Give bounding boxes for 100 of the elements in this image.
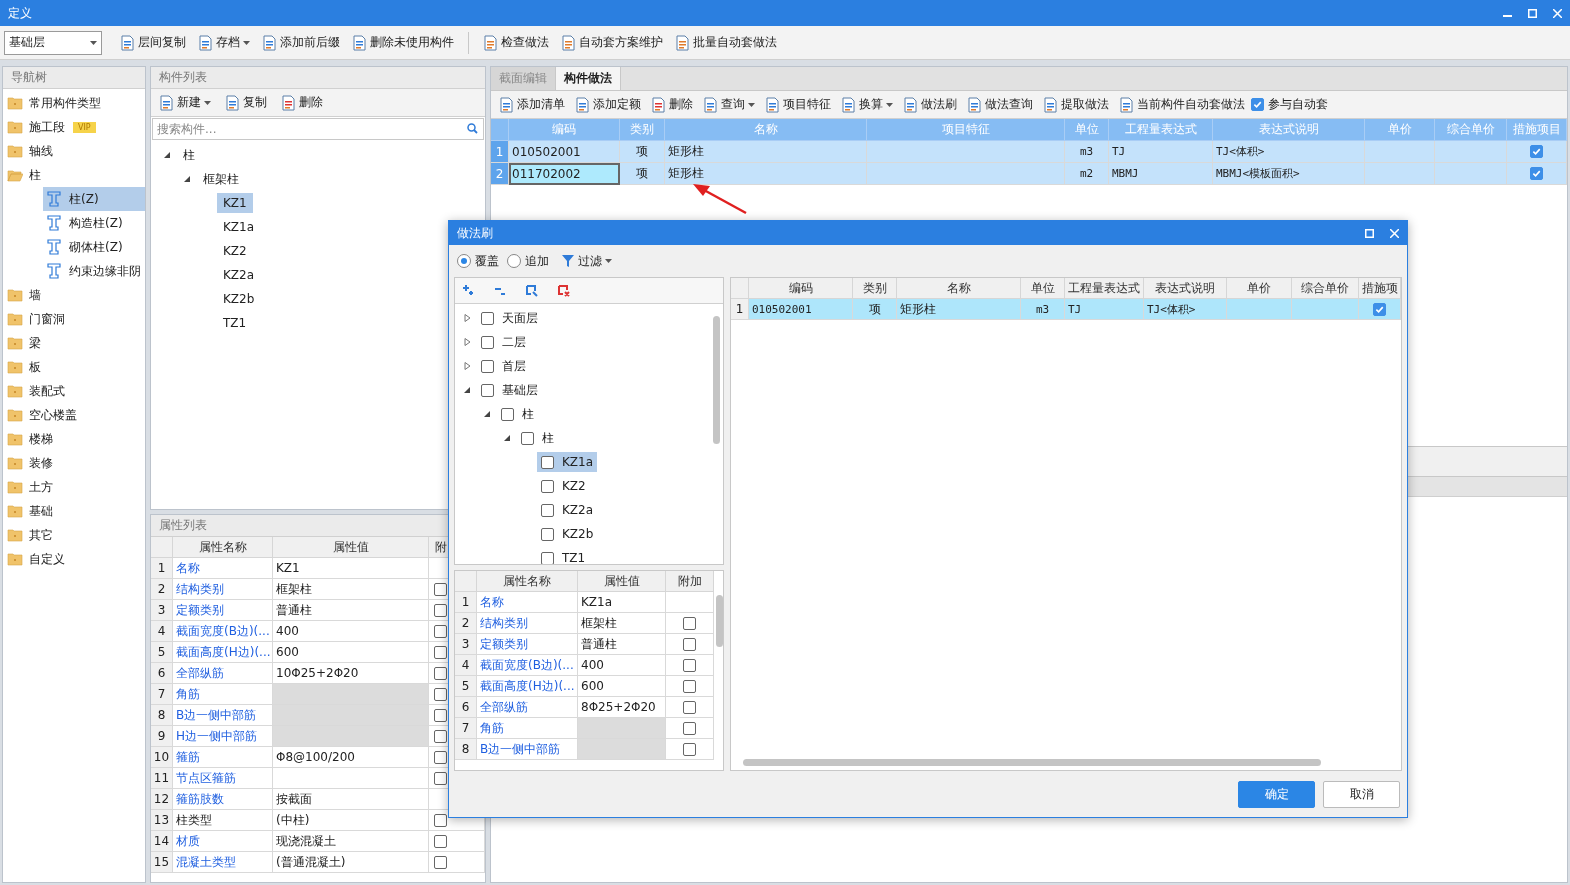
checkbox[interactable] [683,616,696,630]
scrollbar[interactable] [713,316,720,444]
cancel-button[interactable]: 取消 [1323,780,1400,808]
collapse-triangle-icon[interactable] [163,151,171,159]
toolbar-button[interactable]: 做法查询 [963,92,1037,117]
clear-selection-icon[interactable] [557,283,571,298]
checkbox[interactable] [683,679,696,693]
checkbox[interactable] [481,383,494,397]
toolbar-button[interactable]: 项目特征 [761,92,835,117]
toolbar-button[interactable]: 删除 [647,92,697,117]
select-icon[interactable] [525,283,539,298]
nav-item[interactable]: 约束边缘非阴 [43,259,145,283]
toolbar-button[interactable]: 存档 [194,30,254,55]
checkbox[interactable] [434,666,447,680]
checkbox[interactable] [683,637,696,651]
tree-item[interactable]: 天面层 [477,306,542,330]
nav-item[interactable]: 门窗洞 [3,307,145,331]
filter-button[interactable]: 过滤 [557,249,616,273]
checkbox[interactable] [434,855,447,869]
confirm-button[interactable]: 确定 [1238,780,1315,808]
tree-item[interactable]: KZ2a [217,265,261,285]
checkbox[interactable] [434,603,447,617]
checkbox[interactable] [481,311,494,325]
collapse-triangle-icon[interactable] [463,386,471,394]
toolbar-button[interactable]: 添加清单 [495,92,569,117]
checkbox[interactable] [434,771,447,785]
toolbar-button[interactable]: 删除未使用构件 [348,30,458,55]
checkbox[interactable] [683,658,696,672]
checkbox[interactable] [434,687,447,701]
checkbox[interactable] [434,645,447,659]
toolbar-button[interactable]: 当前构件自动套做法 [1115,92,1249,117]
nav-item[interactable]: 空心楼盖 [3,403,145,427]
toolbar-button[interactable]: 删除 [277,90,327,115]
search-field[interactable]: 搜索构件... [152,118,484,140]
toolbar-button[interactable]: 层间复制 [116,30,190,55]
checkbox[interactable] [501,407,514,421]
floor-select[interactable]: 基础层 [4,30,102,55]
checkbox[interactable] [541,455,554,469]
tree-item[interactable]: TZ1 [217,313,253,333]
nav-item[interactable]: 其它 [3,523,145,547]
checkbox[interactable] [683,721,696,735]
checkbox[interactable] [434,834,447,848]
nav-item[interactable]: 装配式 [3,379,145,403]
toolbar-button[interactable]: 自动套方案维护 [557,30,667,55]
expand-triangle-icon[interactable] [463,362,471,370]
toolbar-button[interactable]: 做法刷 [899,92,961,117]
toolbar-button[interactable]: 提取做法 [1039,92,1113,117]
toolbar-button[interactable]: 检查做法 [479,30,553,55]
maximize-icon[interactable] [1365,228,1374,238]
tree-item[interactable]: KZ1a [537,452,598,472]
tree-item[interactable]: KZ2 [217,241,253,261]
tree-item[interactable]: KZ1 [217,193,253,213]
collapse-triangle-icon[interactable] [503,434,511,442]
toolbar-button[interactable]: 添加定额 [571,92,645,117]
checkbox[interactable] [683,700,696,714]
checkbox[interactable] [434,729,447,743]
nav-item[interactable]: 楼梯 [3,427,145,451]
checkbox[interactable] [541,527,554,541]
tree-item[interactable]: KZ1a [217,217,261,237]
checkbox[interactable] [481,359,494,373]
checkbox[interactable] [434,708,447,722]
toolbar-button[interactable]: 批量自动套做法 [671,30,781,55]
nav-item[interactable]: 自定义 [3,547,145,571]
checkbox[interactable] [434,813,447,827]
tree-item[interactable]: 首层 [477,354,530,378]
nav-item[interactable]: 墙 [3,283,145,307]
checkbox[interactable] [521,431,534,445]
checkbox[interactable] [541,479,554,493]
toolbar-button[interactable]: 查询 [699,92,759,117]
nav-item[interactable]: 砌体柱(Z) [43,235,145,259]
scrollbar[interactable] [716,595,723,647]
checkbox[interactable] [1530,145,1543,158]
nav-item[interactable]: 土方 [3,475,145,499]
checkbox[interactable] [1530,167,1543,180]
radio-option[interactable]: 覆盖 [457,252,499,270]
nav-item[interactable]: 柱(Z) [43,187,145,211]
nav-item[interactable]: 板 [3,355,145,379]
checkbox[interactable] [434,624,447,638]
tab[interactable]: 构件做法 [556,67,621,90]
tree-item[interactable]: KZ2b [217,289,261,309]
tree-item[interactable]: 柱 [497,402,538,426]
scrollbar[interactable] [743,759,1321,766]
checkbox[interactable] [481,335,494,349]
tree-item[interactable]: KZ2a [537,500,598,520]
tree-item[interactable]: KZ2b [537,524,598,544]
checkbox[interactable] [1251,98,1264,111]
nav-item[interactable]: 施工段 VIP [3,115,145,139]
search-icon[interactable] [467,123,478,134]
expand-triangle-icon[interactable] [463,314,471,322]
tree-item[interactable]: 框架柱 [197,167,245,191]
tree-item[interactable]: KZ2 [537,476,590,496]
nav-item[interactable]: 构造柱(Z) [43,211,145,235]
toolbar-button[interactable]: 新建 [155,90,215,115]
nav-item[interactable]: 装修 [3,451,145,475]
collapse-triangle-icon[interactable] [183,175,191,183]
nav-item[interactable]: 轴线 [3,139,145,163]
checkbox[interactable] [541,503,554,517]
tree-item[interactable]: 柱 [177,143,201,167]
add-icon[interactable] [461,283,475,298]
tree-item[interactable]: 柱 [517,426,558,450]
